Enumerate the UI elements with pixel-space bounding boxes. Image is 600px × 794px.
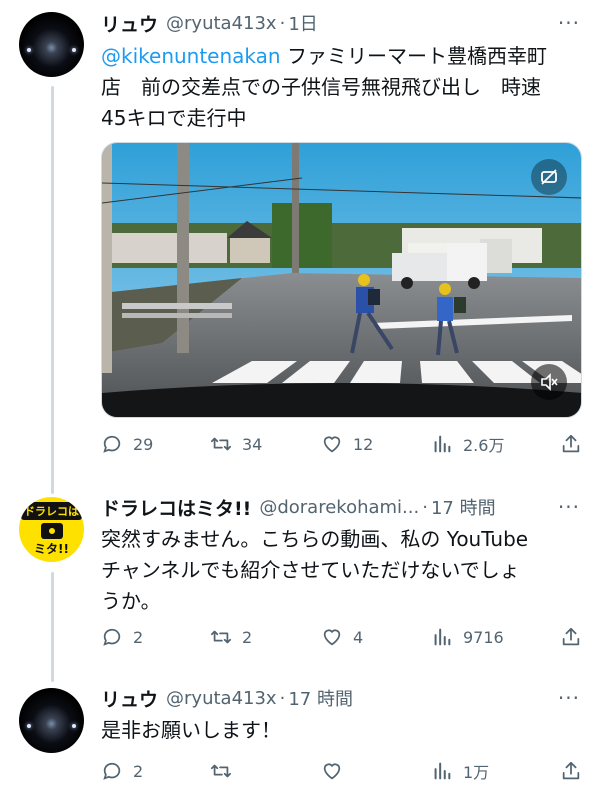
tweet-text: @kikenuntenakan ファミリーマート豊橋西幸町 店 前の交差点での子… bbox=[101, 44, 547, 130]
views-button[interactable]: 1万 bbox=[431, 759, 555, 783]
like-count: 12 bbox=[353, 434, 374, 454]
avatar[interactable] bbox=[19, 688, 84, 753]
avatar[interactable] bbox=[19, 12, 84, 77]
retweet-icon bbox=[210, 630, 232, 644]
mute-icon[interactable] bbox=[531, 364, 567, 400]
mention-link[interactable]: @kikenuntenakan bbox=[101, 44, 281, 68]
retweet-button[interactable] bbox=[210, 760, 321, 782]
retweet-button[interactable]: 2 bbox=[210, 626, 321, 648]
display-name[interactable]: ドラレコはミタ!! bbox=[101, 494, 251, 521]
tweet-text: 突然すみません。こちらの動画、私の YouTube チャンネルでも紹介させていた… bbox=[101, 527, 529, 613]
reply-icon bbox=[103, 628, 121, 646]
camera-icon bbox=[40, 523, 63, 539]
more-icon[interactable]: ··· bbox=[558, 9, 580, 37]
retweet-button[interactable]: 34 bbox=[210, 433, 321, 455]
views-icon bbox=[434, 435, 451, 453]
views-icon bbox=[434, 628, 451, 646]
tweet-text: 是非お願いします！ bbox=[101, 718, 281, 742]
reply-button[interactable]: 2 bbox=[101, 760, 210, 782]
reply-count: 2 bbox=[133, 627, 144, 647]
views-icon bbox=[434, 762, 451, 780]
retweet-count: 2 bbox=[242, 627, 253, 647]
tweet-actions: 2 1万 bbox=[101, 758, 582, 784]
more-icon[interactable]: ··· bbox=[558, 684, 580, 712]
tweet-3[interactable]: リュウ @ryuta413x · 17 時間 ··· 是非お願いします！ bbox=[101, 684, 580, 746]
share-button[interactable] bbox=[560, 626, 582, 648]
tweet-2[interactable]: ドラレコはミタ!! @dorarekohami... · 17 時間 ··· 突… bbox=[101, 493, 580, 617]
share-icon bbox=[562, 434, 580, 453]
display-name[interactable]: リュウ bbox=[101, 685, 158, 712]
heart-icon bbox=[323, 763, 341, 780]
share-button[interactable] bbox=[560, 433, 582, 455]
video-frame bbox=[102, 143, 581, 417]
user-handle[interactable]: @ryuta413x bbox=[166, 13, 277, 34]
retweet-icon bbox=[210, 764, 232, 778]
thread-line-1 bbox=[51, 86, 54, 494]
tweet-actions: 2 2 4 9716 bbox=[101, 624, 582, 650]
share-button[interactable] bbox=[560, 760, 582, 782]
share-icon bbox=[562, 627, 580, 646]
avatar-logo-text: ミタ!! bbox=[34, 542, 69, 556]
tweet-header: ドラレコはミタ!! @dorarekohami... · 17 時間 bbox=[101, 493, 580, 521]
reply-icon bbox=[103, 435, 121, 453]
separator-dot: · bbox=[279, 687, 286, 709]
avatar-logo-text: ドラレコは bbox=[21, 502, 82, 520]
views-button[interactable]: 2.6万 bbox=[431, 432, 555, 456]
retweet-icon bbox=[210, 437, 232, 451]
tweet-actions: 29 34 12 2.6万 bbox=[101, 431, 582, 457]
like-button[interactable]: 4 bbox=[321, 626, 431, 648]
views-count: 2.6万 bbox=[463, 436, 505, 455]
tweet-header: リュウ @ryuta413x · 1日 bbox=[101, 9, 580, 37]
timestamp[interactable]: 1日 bbox=[288, 10, 317, 36]
share-icon bbox=[562, 761, 580, 780]
heart-icon bbox=[323, 436, 341, 453]
user-handle[interactable]: @ryuta413x bbox=[166, 688, 277, 709]
thread-line-2 bbox=[51, 572, 54, 682]
like-button[interactable]: 12 bbox=[321, 433, 431, 455]
separator-dot: · bbox=[279, 12, 286, 34]
views-count: 1万 bbox=[463, 763, 490, 782]
views-count: 9716 bbox=[463, 627, 504, 647]
timestamp[interactable]: 17 時間 bbox=[288, 685, 353, 711]
more-icon[interactable]: ··· bbox=[558, 493, 580, 521]
heart-icon bbox=[323, 629, 341, 646]
retweet-count: 34 bbox=[242, 434, 263, 454]
reply-count: 2 bbox=[133, 761, 144, 781]
reply-button[interactable]: 2 bbox=[101, 626, 210, 648]
separator-dot: · bbox=[422, 496, 428, 518]
hide-media-icon[interactable] bbox=[531, 159, 567, 195]
user-handle[interactable]: @dorarekohami... bbox=[259, 497, 419, 518]
video-player[interactable] bbox=[101, 142, 582, 418]
like-button[interactable] bbox=[321, 760, 431, 782]
avatar[interactable]: ドラレコは ミタ!! bbox=[19, 497, 84, 562]
reply-count: 29 bbox=[133, 434, 154, 454]
reply-icon bbox=[103, 762, 121, 780]
reply-button[interactable]: 29 bbox=[101, 433, 210, 455]
timestamp[interactable]: 17 時間 bbox=[431, 494, 496, 520]
display-name[interactable]: リュウ bbox=[101, 10, 158, 37]
like-count: 4 bbox=[353, 627, 364, 647]
tweet-header: リュウ @ryuta413x · 17 時間 bbox=[101, 684, 580, 712]
tweet-1[interactable]: リュウ @ryuta413x · 1日 ··· @kikenuntenakan … bbox=[101, 9, 580, 134]
views-button[interactable]: 9716 bbox=[431, 626, 555, 648]
